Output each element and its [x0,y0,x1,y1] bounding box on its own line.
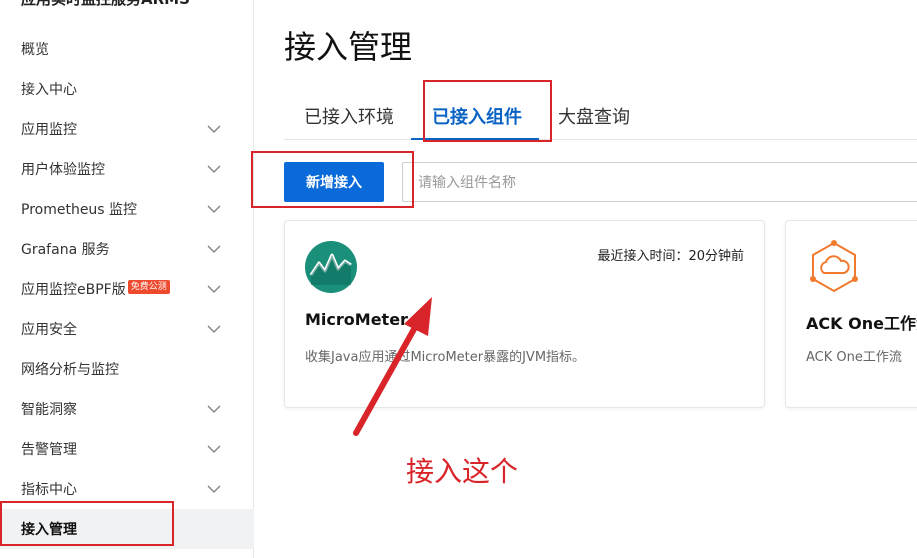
sidebar-item-label: 智能洞察 [21,402,77,418]
tab-connected-environments[interactable]: 已接入环境 [304,92,394,140]
tab-bar: 已接入环境 已接入组件 大盘查询 [284,92,917,140]
component-name: ACK One工作流 [806,314,917,333]
sidebar-item-alerts[interactable]: 告警管理 [0,429,254,469]
chevron-down-icon [207,325,221,334]
sidebar-item-app-security[interactable]: 应用安全 [0,309,254,349]
chevron-down-icon [207,405,221,414]
component-card-micrometer[interactable]: 最近接入时间：20分钟前 MicroMeter 收集Java应用通过MicroM… [284,220,765,408]
component-description: ACK One工作流 [806,350,902,365]
sidebar-item-prometheus[interactable]: Prometheus 监控 [0,189,254,229]
free-beta-badge: 免费公测 [127,280,170,294]
sidebar-item-label: 应用监控eBPF版 [21,282,126,298]
sidebar-item-user-experience[interactable]: 用户体验监控 [0,149,254,189]
sidebar-item-ebpf[interactable]: 应用监控eBPF版 免费公测 [0,269,254,309]
chevron-down-icon [207,485,221,494]
page-title: 接入管理 [284,28,413,66]
app-root: 应用实时监控服务ARMS 概览 接入中心 应用监控 用户体验监控 Prometh… [0,0,917,558]
sidebar-item-network-analysis[interactable]: 网络分析与监控 [0,349,254,389]
sidebar-item-grafana[interactable]: Grafana 服务 [0,229,254,269]
sidebar-item-label: 接入中心 [21,82,77,98]
product-title: 应用实时监控服务ARMS [21,0,190,9]
sidebar-item-label: 应用安全 [21,322,77,338]
ack-one-workflow-logo-icon [810,240,858,293]
highlight-box-tab [423,80,552,142]
highlight-box-new-button [251,151,414,208]
chevron-down-icon [207,245,221,254]
sidebar-item-label: 告警管理 [21,442,77,458]
component-description: 收集Java应用通过MicroMeter暴露的JVM指标。 [305,350,586,365]
chevron-down-icon [207,205,221,214]
sidebar-item-label: 网络分析与监控 [21,362,119,378]
sidebar-item-app-monitoring[interactable]: 应用监控 [0,109,254,149]
sidebar-item-label: 用户体验监控 [21,162,105,178]
chevron-down-icon [207,445,221,454]
sidebar-item-access-center[interactable]: 接入中心 [0,69,254,109]
sidebar-item-label: 指标中心 [21,482,77,498]
annotation-note: 接入这个 [406,455,519,488]
component-card-ack-one[interactable]: ACK One工作流 ACK One工作流 [785,220,917,408]
component-search-input[interactable]: 请输入组件名称 [402,162,917,202]
sidebar-item-overview[interactable]: 概览 [0,29,254,69]
component-name: MicroMeter [305,310,408,329]
last-access-time: 最近接入时间：20分钟前 [597,249,744,264]
sidebar-item-label: Grafana 服务 [21,242,110,258]
sidebar-item-insights[interactable]: 智能洞察 [0,389,254,429]
chevron-down-icon [207,285,221,294]
tab-dashboard-query[interactable]: 大盘查询 [558,92,630,140]
chevron-down-icon [207,165,221,174]
micrometer-logo-icon [305,241,357,293]
sidebar-item-label: Prometheus 监控 [21,202,138,218]
sidebar-item-label: 概览 [21,42,49,58]
chevron-down-icon [207,125,221,134]
highlight-box-sidebar-item [0,501,174,546]
sidebar-item-label: 应用监控 [21,122,77,138]
sidebar: 应用实时监控服务ARMS 概览 接入中心 应用监控 用户体验监控 Prometh… [0,0,254,558]
